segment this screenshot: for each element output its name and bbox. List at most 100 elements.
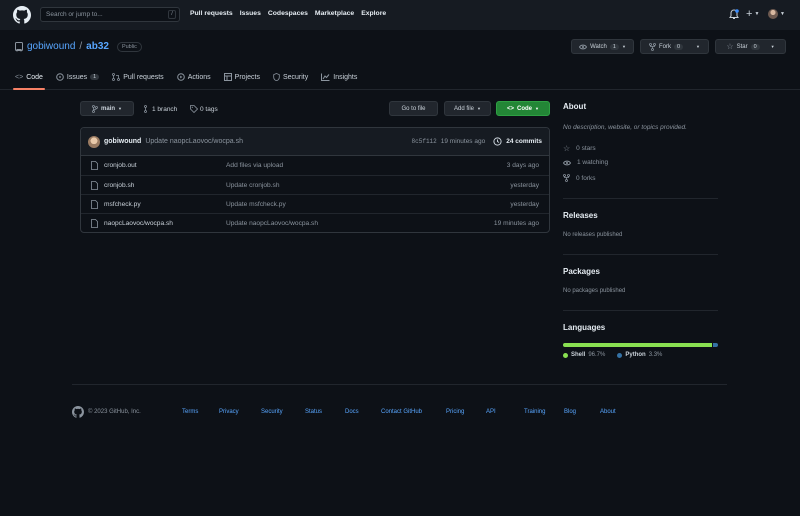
tab-pull-requests[interactable]: Pull requests	[112, 70, 164, 84]
commit-message[interactable]: Update naopcLaovoc/wocpa.sh	[145, 138, 243, 145]
github-mark-icon[interactable]	[72, 406, 84, 418]
file-icon	[91, 199, 98, 209]
issue-icon	[56, 73, 64, 81]
about-heading: About	[563, 102, 587, 111]
tab-code-label: Code	[26, 73, 43, 81]
user-menu[interactable]: ▼	[768, 9, 785, 19]
file-row: cronjob.sh Update cronjob.sh yesterday	[81, 175, 549, 194]
tab-projects-label: Projects	[234, 73, 260, 81]
add-file-label: Add file	[454, 105, 475, 112]
file-link[interactable]: msfcheck.py	[104, 201, 141, 208]
footer-link[interactable]: Training	[524, 409, 545, 415]
github-logo-icon[interactable]	[13, 6, 31, 24]
commit-sha[interactable]: 8c5f112	[412, 138, 437, 145]
footer-link[interactable]: Docs	[345, 409, 359, 415]
file-rows: cronjob.out Add files via upload 3 days ag…	[81, 156, 549, 232]
repo-tabs: <> Code Issues 1 Pull requests Actions P…	[13, 70, 357, 90]
footer-link[interactable]: Blog	[564, 409, 576, 415]
author-avatar[interactable]	[88, 135, 100, 148]
graph-icon	[321, 73, 330, 81]
visibility-badge: Public	[116, 41, 142, 52]
nav-explore[interactable]: Explore	[361, 10, 386, 17]
eye-icon	[563, 160, 571, 166]
file-commit-message[interactable]: Add files via upload	[226, 162, 507, 169]
code-button-label: Code	[517, 105, 533, 112]
footer-link[interactable]: Terms	[182, 409, 198, 415]
file-commit-message[interactable]: Update cronjob.sh	[226, 182, 510, 189]
file-link[interactable]: cronjob.out	[104, 162, 137, 169]
watch-button[interactable]: Watch 1 ▼	[571, 39, 634, 54]
repo-name-link[interactable]: ab32	[86, 41, 109, 52]
branch-icon	[144, 105, 150, 113]
language-dot-icon	[617, 352, 623, 358]
tab-issues[interactable]: Issues 1	[56, 70, 100, 84]
nav-pull-requests[interactable]: Pull requests	[190, 10, 233, 17]
repo-title: gobiwound / ab32 Public	[15, 41, 142, 52]
footer-link[interactable]: Pricing	[446, 409, 464, 415]
file-icon	[91, 180, 98, 190]
star-button[interactable]: ☆ Star 0 ▼	[715, 39, 786, 54]
file-age: yesterday	[510, 200, 539, 208]
fork-button[interactable]: Fork 0 ▼	[640, 39, 709, 54]
file-row: cronjob.out Add files via upload 3 days ag…	[81, 156, 549, 175]
commit-author[interactable]: gobiwound	[104, 138, 141, 145]
watching-link[interactable]: 1 watching	[563, 159, 718, 166]
table-icon	[223, 73, 232, 81]
tab-projects[interactable]: Projects	[223, 70, 260, 84]
file-name-cell: cronjob.sh	[91, 180, 226, 190]
packages-text: No packages published	[563, 288, 626, 294]
nav-codespaces[interactable]: Codespaces	[268, 10, 308, 17]
releases-heading[interactable]: Releases	[563, 211, 718, 220]
search-placeholder: Search or jump to...	[46, 11, 103, 18]
footer-link[interactable]: Contact GitHub	[381, 409, 422, 415]
footer-link[interactable]: API	[486, 409, 496, 415]
nav-issues[interactable]: Issues	[240, 10, 261, 17]
file-link[interactable]: naopcLaovoc/wocpa.sh	[104, 220, 173, 227]
branches-link[interactable]: 1 branch	[144, 105, 177, 113]
file-name-cell: msfcheck.py	[91, 199, 226, 209]
tags-link[interactable]: 0 tags	[190, 105, 218, 113]
add-file-button[interactable]: Add file ▼	[444, 101, 491, 116]
slash-shortcut: /	[168, 10, 176, 19]
caret-down-icon: ▼	[696, 44, 701, 49]
file-age: 19 minutes ago	[493, 219, 539, 227]
caret-down-icon: ▼	[118, 106, 122, 111]
footer-link[interactable]: About	[600, 409, 616, 415]
create-new-button[interactable]: + ▼	[746, 9, 759, 20]
tab-code[interactable]: <> Code	[13, 70, 45, 90]
caret-down-icon: ▼	[780, 11, 785, 17]
watching-count: 1 watching	[577, 159, 609, 166]
tags-count: 0 tags	[200, 105, 218, 113]
packages-heading[interactable]: Packages	[563, 267, 718, 276]
footer-link[interactable]: Security	[261, 409, 283, 415]
footer-link[interactable]: Privacy	[219, 409, 239, 415]
forks-link[interactable]: 0 forks	[563, 174, 718, 182]
file-link[interactable]: cronjob.sh	[104, 182, 134, 189]
file-commit-message[interactable]: Update naopcLaovoc/wocpa.sh	[226, 220, 494, 227]
commits-link[interactable]: 24 commits	[506, 138, 542, 145]
file-icon	[91, 161, 98, 170]
tab-insights[interactable]: Insights	[321, 70, 357, 84]
language-item[interactable]: Python 3.3%	[617, 352, 662, 358]
tab-actions-label: Actions	[187, 73, 211, 81]
releases-text: No releases published	[563, 232, 623, 238]
nav-marketplace[interactable]: Marketplace	[315, 10, 354, 17]
tab-actions[interactable]: Actions	[176, 70, 211, 84]
divider	[563, 254, 718, 255]
go-to-file-button[interactable]: Go to file	[389, 101, 438, 116]
language-bar-segment	[712, 343, 718, 347]
search-input[interactable]: Search or jump to... /	[40, 7, 180, 22]
footer-link[interactable]: Status	[305, 409, 322, 415]
branch-icon	[92, 104, 98, 113]
file-row: msfcheck.py Update msfcheck.py yesterday	[81, 194, 549, 213]
stars-link[interactable]: ☆ 0 stars	[563, 144, 718, 153]
bell-icon[interactable]	[729, 9, 739, 20]
tab-security[interactable]: Security	[273, 70, 308, 84]
file-commit-message[interactable]: Update msfcheck.py	[226, 201, 510, 208]
star-label: Star	[736, 43, 748, 50]
code-button[interactable]: <> Code ▼	[496, 101, 550, 116]
repo-owner-link[interactable]: gobiwound	[27, 41, 75, 52]
language-item[interactable]: Shell 96.7%	[563, 352, 605, 358]
star-icon: ☆	[726, 42, 734, 51]
branch-selector[interactable]: main ▼	[80, 101, 134, 116]
